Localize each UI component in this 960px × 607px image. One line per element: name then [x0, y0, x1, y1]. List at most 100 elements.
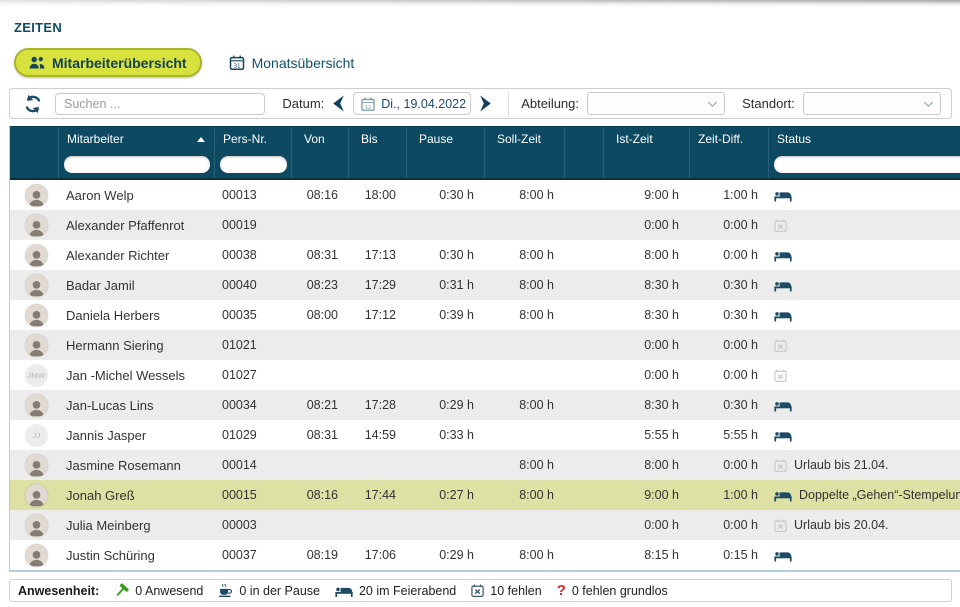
- table-row[interactable]: Alexander Pfaffenrot 00019 0:00 h 0:00 h: [10, 210, 960, 240]
- table-row[interactable]: JJ Jannis Jasper 01029 08:31 14:59 0:33 …: [10, 420, 960, 450]
- previous-day-arrow-icon[interactable]: [332, 95, 345, 112]
- bed-icon: [774, 399, 792, 412]
- table-row[interactable]: Hermann Siering 01021 0:00 h 0:00 h: [10, 330, 960, 360]
- person-icon: [26, 187, 47, 207]
- header-von[interactable]: Von: [291, 127, 348, 151]
- personnel-number: 00003: [214, 510, 291, 540]
- table-row[interactable]: Aaron Welp 00013 08:16 18:00 0:30 h 8:00…: [10, 180, 960, 210]
- pers-nr-filter-input[interactable]: [220, 156, 287, 173]
- status-cell: [768, 540, 960, 570]
- target-time: 8:00 h: [484, 390, 564, 420]
- tab-label: Monatsübersicht: [252, 55, 355, 71]
- calendar-x-icon: [471, 584, 484, 597]
- chevron-down-icon: [923, 101, 934, 108]
- bed-icon: [335, 585, 353, 597]
- status-filter-input[interactable]: [774, 156, 960, 173]
- time-from: [291, 510, 348, 540]
- pause-time: 0:29 h: [406, 540, 484, 570]
- chevron-down-icon: [707, 101, 718, 108]
- calendar-x-icon: [774, 369, 787, 382]
- header-pause[interactable]: Pause: [406, 127, 484, 151]
- status-cell: [768, 270, 960, 300]
- time-from: 08:00: [291, 300, 348, 330]
- header-pers-nr[interactable]: Pers-Nr.: [214, 127, 291, 151]
- time-from: 08:21: [291, 390, 348, 420]
- pause-time: 0:30 h: [406, 180, 484, 210]
- tab-bar: Mitarbeiterübersicht Monatsübersicht: [14, 48, 960, 77]
- status-text: Urlaub bis 20.04.: [794, 518, 889, 532]
- avatar: [25, 274, 48, 297]
- actual-time: 8:30 h: [603, 390, 689, 420]
- status-cell: Doppelte „Gehen“-Stempelung.: [768, 480, 960, 510]
- bed-icon: [774, 249, 792, 262]
- pause-time: 0:29 h: [406, 390, 484, 420]
- anwesenheit-label: Anwesenheit:: [18, 584, 99, 598]
- tab-monatsuebersicht[interactable]: Monatsübersicht: [216, 48, 368, 77]
- status-cell: [768, 210, 960, 240]
- time-difference: 0:00 h: [689, 240, 768, 270]
- header-status[interactable]: Status: [768, 127, 960, 151]
- actual-time: 9:00 h: [603, 480, 689, 510]
- time-from: [291, 210, 348, 240]
- avatar: [25, 454, 48, 477]
- mitarbeiter-filter-input[interactable]: [64, 156, 210, 173]
- time-to: [348, 360, 406, 390]
- table-row[interactable]: Daniela Herbers 00035 08:00 17:12 0:39 h…: [10, 300, 960, 330]
- tab-mitarbeiteruebersicht[interactable]: Mitarbeiterübersicht: [14, 48, 202, 77]
- status-cell: [768, 180, 960, 210]
- page-title: ZEITEN: [14, 20, 960, 35]
- time-to: [348, 450, 406, 480]
- table-row[interactable]: Jan-Lucas Lins 00034 08:21 17:28 0:29 h …: [10, 390, 960, 420]
- status-cell: Urlaub bis 21.04.: [768, 450, 960, 480]
- target-time: 8:00 h: [484, 270, 564, 300]
- abteilung-select[interactable]: [587, 92, 725, 115]
- employee-name: Julia Meinberg: [58, 510, 214, 540]
- header-avatar: [10, 127, 58, 151]
- person-icon: [26, 247, 47, 267]
- personnel-number: 00038: [214, 240, 291, 270]
- target-time: [484, 360, 564, 390]
- person-icon: [26, 337, 47, 357]
- table-row[interactable]: Julia Meinberg 00003 0:00 h 0:00 h Urlau…: [10, 510, 960, 540]
- time-difference: 1:00 h: [689, 480, 768, 510]
- header-mitarbeiter[interactable]: Mitarbeiter: [58, 127, 214, 151]
- standort-select[interactable]: [803, 92, 941, 115]
- bed-icon: [774, 429, 792, 442]
- date-picker[interactable]: Di., 19.04.2022: [353, 92, 471, 115]
- time-difference: 0:00 h: [689, 510, 768, 540]
- avatar: [25, 484, 48, 507]
- fehlen-grundlos-count: ? 0 fehlen grundlos: [557, 583, 668, 598]
- calendar-x-icon: [774, 519, 787, 532]
- datum-label: Datum:: [282, 96, 324, 111]
- target-time: 8:00 h: [484, 450, 564, 480]
- table-row[interactable]: Badar Jamil 00040 08:23 17:29 0:31 h 8:0…: [10, 270, 960, 300]
- bed-icon: [774, 549, 792, 562]
- header-zeit-diff[interactable]: Zeit-Diff.: [689, 127, 768, 151]
- time-from: [291, 330, 348, 360]
- table-row[interactable]: Jonah Greß 00015 08:16 17:44 0:27 h 8:00…: [10, 480, 960, 510]
- abteilung-label: Abteilung:: [521, 96, 579, 111]
- person-icon: [26, 307, 47, 327]
- personnel-number: 01027: [214, 360, 291, 390]
- status-cell: [768, 420, 960, 450]
- search-input[interactable]: [55, 93, 265, 115]
- header-ist-zeit[interactable]: Ist-Zeit: [603, 127, 689, 151]
- table-row[interactable]: Alexander Richter 00038 08:31 17:13 0:30…: [10, 240, 960, 270]
- hammer-icon: [114, 583, 129, 598]
- header-bis[interactable]: Bis: [348, 127, 406, 151]
- pause-count: 0 in der Pause: [218, 583, 320, 598]
- table-row[interactable]: Jasmine Rosemann 00014 8:00 h 8:00 h 0:0…: [10, 450, 960, 480]
- header-soll-zeit[interactable]: Soll-Zeit: [484, 127, 564, 151]
- actual-time: 0:00 h: [603, 360, 689, 390]
- time-difference: 5:55 h: [689, 420, 768, 450]
- next-day-arrow-icon[interactable]: [479, 95, 492, 112]
- actual-time: 8:00 h: [603, 450, 689, 480]
- table-row[interactable]: JMW Jan -Michel Wessels 01027 0:00 h 0:0…: [10, 360, 960, 390]
- avatar: [25, 304, 48, 327]
- refresh-icon[interactable]: [22, 94, 44, 114]
- personnel-number: 00040: [214, 270, 291, 300]
- table-row[interactable]: Justin Schüring 00037 08:19 17:06 0:29 h…: [10, 540, 960, 570]
- time-difference: 0:15 h: [689, 540, 768, 570]
- personnel-number: 00034: [214, 390, 291, 420]
- time-from: [291, 360, 348, 390]
